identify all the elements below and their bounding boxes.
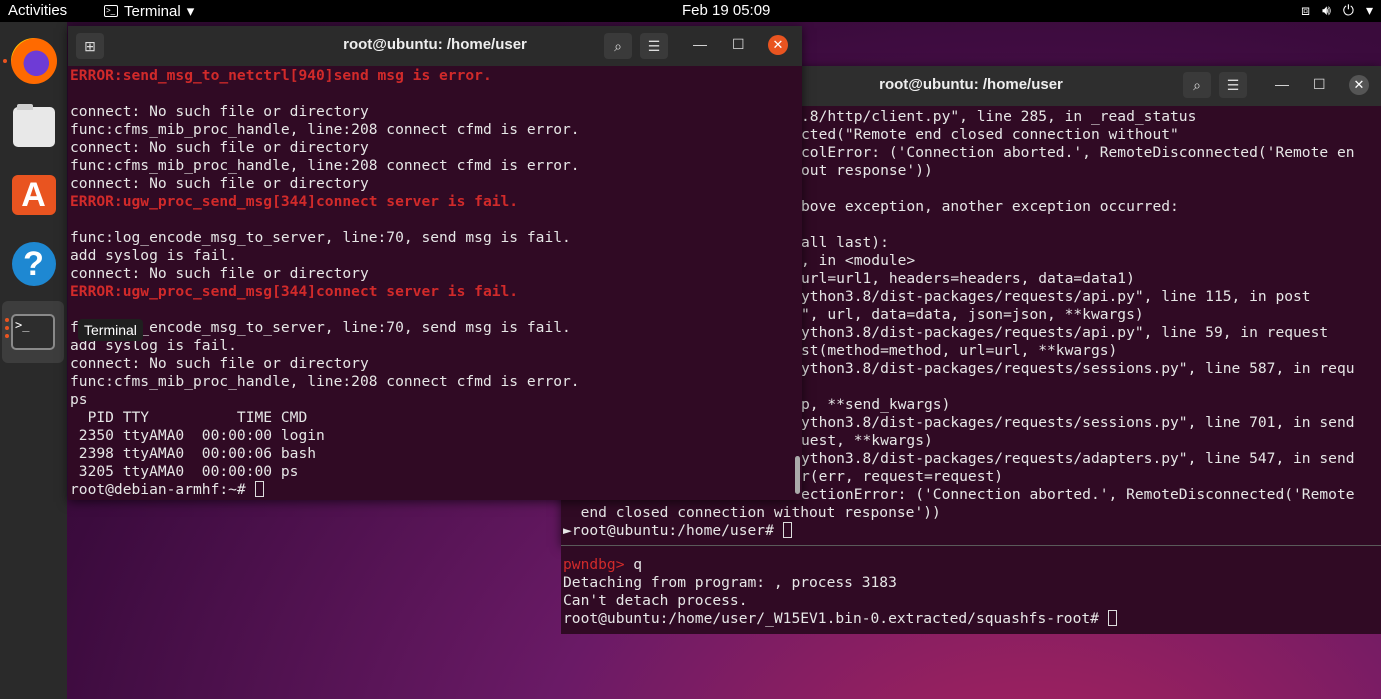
- search-button[interactable]: ⌕: [1183, 72, 1211, 98]
- terminal-icon: >_: [11, 314, 55, 350]
- minimize-button[interactable]: —: [693, 36, 707, 52]
- output-line: connect: No such file or directory: [70, 175, 369, 192]
- menu-button[interactable]: ☰: [1219, 72, 1247, 98]
- output-line: add syslog is fail.: [70, 247, 237, 264]
- gdb-prompt: pwndbg>: [563, 556, 625, 573]
- close-button[interactable]: ✕: [768, 35, 788, 55]
- output-line: ERROR:ugw_proc_send_msg[344]connect serv…: [70, 283, 519, 300]
- text-cursor: [1107, 610, 1117, 626]
- maximize-button[interactable]: ☐: [1313, 76, 1326, 93]
- help-icon: ?: [11, 242, 56, 286]
- title-bar[interactable]: ⊞ root@ubuntu: /home/user ⌕ ☰ — ☐ ✕: [68, 26, 802, 66]
- output-line: 2398 ttyAMA0 00:00:06 bash: [70, 445, 317, 462]
- search-icon: ⌕: [614, 37, 622, 54]
- hamburger-icon: ☰: [1226, 76, 1240, 93]
- firefox-icon: [10, 38, 57, 84]
- output-line: Can't detach process.: [563, 592, 748, 609]
- terminal-output[interactable]: ERROR:send_msg_to_netctrl[940]send msg i…: [70, 67, 794, 499]
- output-line: connect: No such file or directory: [70, 355, 369, 372]
- output-line: func:cfms_mib_proc_handle, line:208 conn…: [70, 121, 580, 138]
- output-line: ps: [70, 391, 88, 408]
- chevron-down-icon: ▾: [186, 3, 195, 20]
- files-icon: [12, 104, 55, 147]
- output-line: func:cfms_mib_proc_handle, line:208 conn…: [70, 373, 580, 390]
- running-indicator: [5, 326, 9, 330]
- maximize-button[interactable]: ☐: [732, 36, 745, 53]
- app-menu[interactable]: >_ Terminal ▾: [104, 2, 194, 20]
- text-cursor: [254, 481, 264, 497]
- network-icon[interactable]: ⧈: [1301, 2, 1310, 19]
- menu-button[interactable]: ☰: [640, 33, 668, 59]
- terminal-pane-lower[interactable]: pwndbg> q Detaching from program: , proc…: [561, 545, 1381, 634]
- terminal-icon: >_: [104, 5, 118, 17]
- output-line: func:log_encode_msg_to_server, line:70, …: [70, 319, 571, 336]
- gdb-prompt-line: pwndbg> q: [563, 556, 642, 573]
- minimize-button[interactable]: —: [1275, 76, 1289, 92]
- output-line: func:log_encode_msg_to_server, line:70, …: [70, 229, 571, 246]
- hamburger-icon: ☰: [647, 37, 661, 54]
- search-icon: ⌕: [1193, 76, 1201, 93]
- dock: A ? >_: [0, 22, 67, 699]
- activities-button[interactable]: Activities: [8, 2, 67, 19]
- scrollbar[interactable]: [795, 456, 800, 494]
- output-line: Detaching from program: , process 3183: [563, 574, 897, 591]
- volume-icon[interactable]: 🔊︎: [1322, 2, 1331, 19]
- output-line: 2350 ttyAMA0 00:00:00 login: [70, 427, 325, 444]
- output-line: PID TTY TIME CMD: [70, 409, 308, 426]
- output-line: connect: No such file or directory: [70, 265, 369, 282]
- close-button[interactable]: ✕: [1349, 75, 1369, 95]
- clock[interactable]: Feb 19 05:09: [682, 2, 770, 19]
- dock-terminal[interactable]: >_: [2, 301, 64, 363]
- running-indicator: [5, 318, 9, 322]
- shell-prompt: root@ubuntu:/home/user/_W15EV1.bin-0.ext…: [563, 610, 1117, 627]
- chevron-down-icon[interactable]: ▾: [1366, 2, 1373, 19]
- output-line: 3205 ttyAMA0 00:00:00 ps: [70, 463, 299, 480]
- output-line: ERROR:send_msg_to_netctrl[940]send msg i…: [70, 67, 492, 84]
- app-menu-label: Terminal: [124, 2, 181, 20]
- dock-tooltip: Terminal: [78, 319, 143, 341]
- system-tray[interactable]: ⧈ 🔊︎ ⏻ ▾: [1301, 2, 1373, 19]
- search-button[interactable]: ⌕: [604, 33, 632, 59]
- app-store-icon: A: [11, 175, 56, 215]
- dock-app-store[interactable]: A: [0, 164, 67, 226]
- output-line: ERROR:ugw_proc_send_msg[344]connect serv…: [70, 193, 519, 210]
- dock-help[interactable]: ?: [0, 233, 67, 295]
- shell-prompt: ►root@ubuntu:/home/user#: [561, 522, 1373, 540]
- window-title: root@ubuntu: /home/user: [343, 36, 527, 53]
- output-line: connect: No such file or directory: [70, 103, 369, 120]
- output-line: end closed connection without response')…: [563, 504, 941, 521]
- power-icon[interactable]: ⏻: [1343, 2, 1354, 19]
- output-line: add syslog is fail.: [70, 337, 237, 354]
- dock-firefox[interactable]: [0, 30, 67, 92]
- terminal-output[interactable]: pwndbg> q Detaching from program: , proc…: [563, 556, 1373, 628]
- terminal-window-front[interactable]: ⊞ root@ubuntu: /home/user ⌕ ☰ — ☐ ✕ ERRO…: [68, 26, 802, 500]
- shell-prompt: root@debian-armhf:~#: [70, 481, 794, 499]
- text-cursor: [782, 522, 792, 538]
- output-line: connect: No such file or directory: [70, 139, 369, 156]
- dock-files[interactable]: [0, 96, 67, 158]
- running-indicator: [5, 334, 9, 338]
- running-indicator: [3, 59, 7, 63]
- gdb-command: q: [624, 556, 643, 573]
- output-line: func:cfms_mib_proc_handle, line:208 conn…: [70, 157, 580, 174]
- top-bar: Activities >_ Terminal ▾ Feb 19 05:09 ⧈ …: [0, 0, 1381, 22]
